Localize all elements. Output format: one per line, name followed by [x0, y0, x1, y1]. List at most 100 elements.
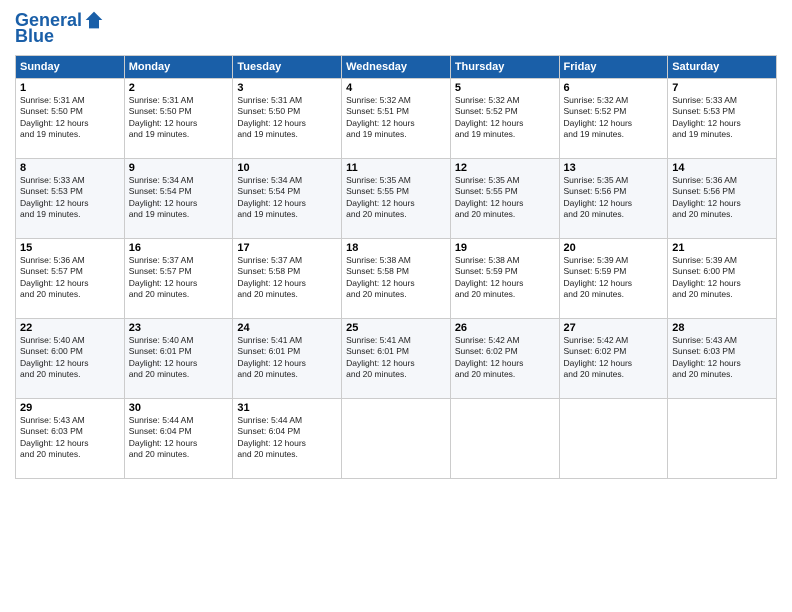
day-info: Sunrise: 5:43 AMSunset: 6:03 PMDaylight:…	[20, 415, 120, 461]
day-info: Sunrise: 5:33 AMSunset: 5:53 PM Daylight:…	[20, 175, 120, 221]
sunset-label: Sunset: 5:56 PM	[672, 186, 735, 196]
daylight-minutes: and 19 minutes.	[455, 129, 515, 139]
day-number: 17	[237, 242, 337, 254]
calendar-cell: 23Sunrise: 5:40 AMSunset: 6:01 PMDayligh…	[124, 319, 233, 399]
daylight-minutes: and 19 minutes.	[129, 209, 189, 219]
sunset-label: Sunset: 6:04 PM	[129, 426, 192, 436]
sunrise-label: Sunrise: 5:33 AM	[20, 175, 85, 185]
calendar-cell: 14Sunrise: 5:36 AMSunset: 5:56 PMDayligh…	[668, 159, 777, 239]
sunset-label: Sunset: 5:52 PM	[564, 106, 627, 116]
day-number: 27	[564, 322, 664, 334]
weekday-header-monday: Monday	[124, 56, 233, 79]
day-info: Sunrise: 5:34 AMSunset: 5:54 PMDaylight:…	[129, 175, 229, 221]
daylight-label: Daylight: 12 hours	[237, 198, 306, 208]
weekday-header-thursday: Thursday	[450, 56, 559, 79]
day-info: Sunrise: 5:38 AMSunset: 5:58 PMDaylight:…	[346, 255, 446, 301]
daylight-label: Daylight: 12 hours	[20, 438, 89, 448]
daylight-minutes: and 19 minutes.	[20, 209, 80, 219]
day-info: Sunrise: 5:35 AMSunset: 5:55 PMDaylight:…	[346, 175, 446, 221]
day-info: Sunrise: 5:37 AMSunset: 5:58 PMDaylight:…	[237, 255, 337, 301]
sunset-label: Sunset: 6:01 PM	[237, 346, 300, 356]
calendar-table: SundayMondayTuesdayWednesdayThursdayFrid…	[15, 55, 777, 479]
day-info: Sunrise: 5:42 AMSunset: 6:02 PMDaylight:…	[564, 335, 664, 381]
sunset-label: Sunset: 5:58 PM	[346, 266, 409, 276]
calendar-cell: 7Sunrise: 5:33 AMSunset: 5:53 PMDaylight…	[668, 79, 777, 159]
calendar-week-4: 22Sunrise: 5:40 AMSunset: 6:00 PMDayligh…	[16, 319, 777, 399]
sunset-label: Sunset: 5:57 PM	[20, 266, 83, 276]
logo: General Blue	[15, 10, 104, 47]
sunset-label: Sunset: 6:01 PM	[129, 346, 192, 356]
calendar-cell: 27Sunrise: 5:42 AMSunset: 6:02 PMDayligh…	[559, 319, 668, 399]
day-info: Sunrise: 5:39 AMSunset: 6:00 PMDaylight:…	[672, 255, 772, 301]
sunrise-label: Sunrise: 5:33 AM	[672, 95, 737, 105]
sunset-label: Sunset: 5:55 PM	[346, 186, 409, 196]
daylight-minutes: and 20 minutes.	[20, 449, 80, 459]
daylight-label: Daylight: 12 hours	[346, 198, 415, 208]
day-number: 9	[129, 162, 229, 174]
day-number: 12	[455, 162, 555, 174]
calendar-cell: 25Sunrise: 5:41 AMSunset: 6:01 PMDayligh…	[342, 319, 451, 399]
day-info: Sunrise: 5:31 AMSunset: 5:50 PMDaylight:…	[20, 95, 120, 141]
calendar-cell	[559, 399, 668, 479]
daylight-label: Daylight: 12 hours	[20, 358, 89, 368]
calendar-cell: 5Sunrise: 5:32 AMSunset: 5:52 PM Daylight…	[450, 79, 559, 159]
daylight-label: Daylight: 12 hours	[129, 278, 198, 288]
calendar-cell: 22Sunrise: 5:40 AMSunset: 6:00 PMDayligh…	[16, 319, 125, 399]
calendar-cell	[342, 399, 451, 479]
sunrise-label: Sunrise: 5:42 AM	[455, 335, 520, 345]
day-number: 19	[455, 242, 555, 254]
calendar-cell: 19Sunrise: 5:38 AMSunset: 5:59 PMDayligh…	[450, 239, 559, 319]
sunrise-label: Sunrise: 5:41 AM	[346, 335, 411, 345]
daylight-minutes: and 20 minutes.	[20, 289, 80, 299]
calendar-week-2: 8Sunrise: 5:33 AMSunset: 5:53 PMDaylight…	[16, 159, 777, 239]
calendar-cell: 2Sunrise: 5:31 AMSunset: 5:50 PMDaylight…	[124, 79, 233, 159]
daylight-minutes: and 20 minutes.	[455, 209, 515, 219]
daylight-label: Daylight: 12 hours	[20, 198, 89, 208]
sunset-label: Sunset: 6:01 PM	[346, 346, 409, 356]
sunrise-label: Sunrise: 5:35 AM	[455, 175, 520, 185]
day-number: 28	[672, 322, 772, 334]
daylight-label: Daylight: 12 hours	[564, 118, 633, 128]
day-number: 26	[455, 322, 555, 334]
daylight-minutes: and 20 minutes.	[564, 369, 624, 379]
day-number: 7	[672, 82, 772, 94]
daylight-label: Daylight: 12 hours	[237, 278, 306, 288]
sunset-label: Sunset: 6:02 PM	[455, 346, 518, 356]
daylight-label: Daylight: 12 hours	[129, 358, 198, 368]
sunrise-label: Sunrise: 5:39 AM	[672, 255, 737, 265]
daylight-label: Daylight: 12 hours	[672, 198, 741, 208]
daylight-minutes: and 19 minutes.	[237, 129, 297, 139]
sunset-label: Sunset: 5:53 PM	[20, 186, 83, 196]
daylight-minutes: and 20 minutes.	[672, 209, 732, 219]
day-number: 5	[455, 82, 555, 94]
calendar-cell	[668, 399, 777, 479]
daylight-minutes: and 20 minutes.	[237, 289, 297, 299]
weekday-header-saturday: Saturday	[668, 56, 777, 79]
sunrise-label: Sunrise: 5:31 AM	[20, 95, 85, 105]
daylight-minutes: and 19 minutes.	[20, 129, 80, 139]
sunset-label: Sunset: 6:02 PM	[564, 346, 627, 356]
weekday-header-tuesday: Tuesday	[233, 56, 342, 79]
daylight-label: Daylight: 12 hours	[237, 438, 306, 448]
daylight-minutes: and 20 minutes.	[129, 369, 189, 379]
day-info: Sunrise: 5:35 AMSunset: 5:55 PMDaylight:…	[455, 175, 555, 221]
day-info: Sunrise: 5:44 AMSunset: 6:04 PMDaylight:…	[129, 415, 229, 461]
daylight-label: Daylight: 12 hours	[237, 118, 306, 128]
calendar-cell: 3Sunrise: 5:31 AMSunset: 5:50 PMDaylight…	[233, 79, 342, 159]
day-number: 24	[237, 322, 337, 334]
daylight-minutes: and 20 minutes.	[564, 289, 624, 299]
sunrise-label: Sunrise: 5:32 AM	[455, 95, 520, 105]
daylight-label: Daylight: 12 hours	[455, 118, 524, 128]
daylight-minutes: and 19 minutes.	[672, 129, 732, 139]
daylight-label: Daylight: 12 hours	[564, 198, 633, 208]
daylight-minutes: and 20 minutes.	[346, 289, 406, 299]
day-number: 18	[346, 242, 446, 254]
sunset-label: Sunset: 6:00 PM	[20, 346, 83, 356]
sunset-label: Sunset: 5:57 PM	[129, 266, 192, 276]
sunrise-label: Sunrise: 5:34 AM	[129, 175, 194, 185]
logo-icon	[84, 10, 104, 30]
sunrise-label: Sunrise: 5:35 AM	[564, 175, 629, 185]
sunset-label: Sunset: 5:52 PM	[455, 106, 518, 116]
daylight-label: Daylight: 12 hours	[129, 118, 198, 128]
weekday-header-friday: Friday	[559, 56, 668, 79]
